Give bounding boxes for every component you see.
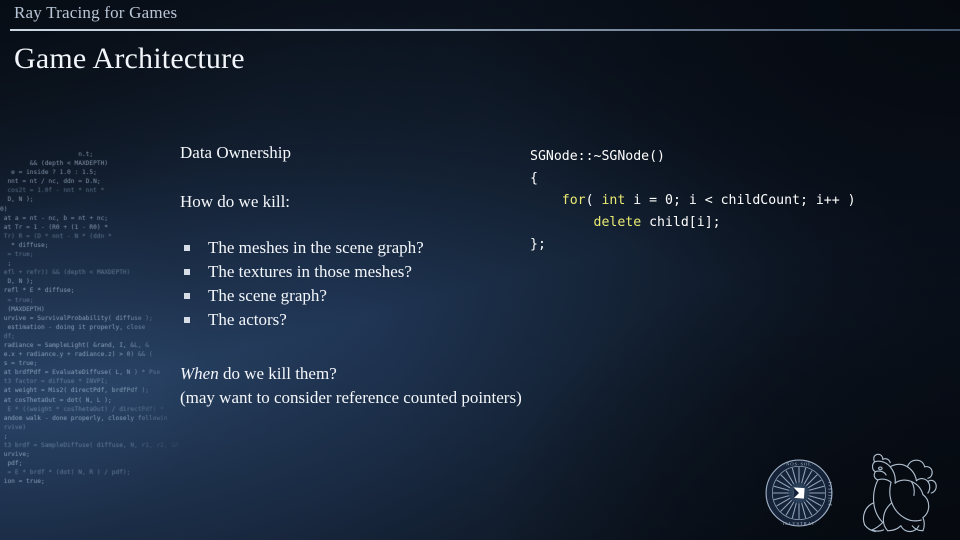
header-divider — [10, 29, 960, 31]
square-bullet-icon — [184, 269, 190, 275]
bullet-label: The scene graph? — [208, 286, 327, 305]
code-line-4-rest: child[i]; — [641, 215, 721, 230]
code-line-3-a: ( — [585, 193, 602, 208]
bullet-item: The scene graph? — [180, 284, 520, 308]
code-line-2: { — [530, 171, 538, 186]
logo-group: ·NOS·SOL· ·ILLVSTRAT· IVSTITIÆ — [762, 450, 952, 536]
code-line-3-b: i = 0; i < childCount; i++ ) — [625, 193, 856, 208]
svg-text:IVSTITIÆ: IVSTITIÆ — [827, 482, 832, 507]
bullet-label: The meshes in the scene graph? — [208, 238, 424, 257]
closing-question-line: When do we kill them? — [180, 362, 700, 386]
university-seal-logo: ·NOS·SOL· ·ILLVSTRAT· IVSTITIÆ — [765, 459, 833, 527]
svg-text:·NOS·SOL·: ·NOS·SOL· — [784, 462, 815, 467]
lion-crest-logo — [862, 453, 937, 533]
bullet-item: The textures in those meshes? — [180, 260, 520, 284]
code-keyword-for: for — [561, 193, 586, 208]
closing-question-rest: do we kill them? — [218, 364, 337, 383]
bullet-list: The meshes in the scene graph? The textur… — [180, 236, 520, 332]
body-lead-data-ownership: Data Ownership — [180, 143, 291, 162]
code-line-1: SGNode::~SGNode() — [530, 149, 665, 164]
bullet-label: The textures in those meshes? — [208, 262, 412, 281]
code-line-5: }; — [530, 237, 546, 252]
closing-block: When do we kill them? (may want to consi… — [180, 362, 700, 410]
square-bullet-icon — [184, 317, 190, 323]
body-lead-how-do-we-kill: How do we kill: — [180, 192, 291, 211]
bullet-item: The meshes in the scene graph? — [180, 236, 520, 260]
code-snippet: SGNode::~SGNode() { for( int i = 0; i < … — [530, 146, 856, 256]
presentation-slide: n.t; && (depth < MAXDEPTH) e = inside ? … — [0, 0, 960, 540]
code-keyword-int: int — [601, 193, 626, 208]
slide-title: Game Architecture — [14, 42, 245, 75]
code-keyword-delete: delete — [593, 215, 642, 230]
bullet-label: The actors? — [208, 310, 287, 329]
bullet-item: The actors? — [180, 308, 520, 332]
slide-body-column: Data Ownership How do we kill: The meshe… — [180, 144, 520, 332]
square-bullet-icon — [184, 293, 190, 299]
closing-note: (may want to consider reference counted … — [180, 388, 522, 407]
deck-title: Ray Tracing for Games — [14, 3, 178, 22]
square-bullet-icon — [184, 245, 190, 251]
svg-text:·ILLVSTRAT·: ·ILLVSTRAT· — [780, 521, 817, 526]
closing-emphasis-word: When — [180, 364, 219, 383]
